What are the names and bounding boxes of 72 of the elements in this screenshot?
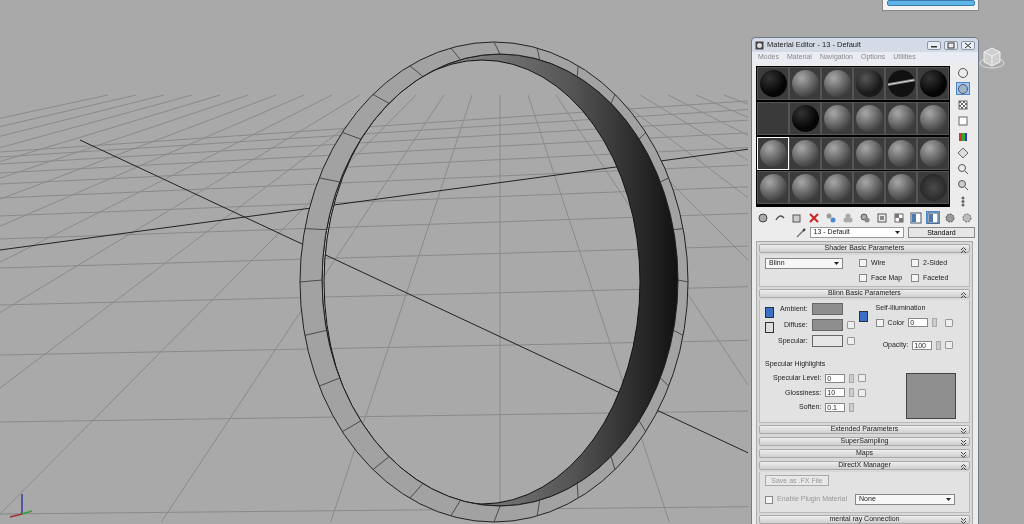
sample-slot[interactable]: [789, 171, 821, 205]
lock-button[interactable]: [765, 322, 774, 333]
cross-icon: [808, 211, 820, 224]
minimize-button[interactable]: [927, 40, 941, 50]
gear-icon: [961, 211, 973, 224]
sample-slot[interactable]: [917, 101, 949, 135]
close-icon: [963, 41, 973, 49]
toolbar-button[interactable]: [909, 211, 923, 224]
highlight-curve-preview: [906, 373, 956, 419]
sample-slot[interactable]: [917, 136, 949, 170]
sample-slot[interactable]: [757, 171, 789, 205]
toolbar-button[interactable]: [926, 211, 940, 224]
toolbar-button[interactable]: [956, 130, 970, 143]
toolbar-button[interactable]: [756, 211, 770, 224]
toolbar-button[interactable]: [892, 211, 906, 224]
toolbar-button[interactable]: [956, 98, 970, 111]
toolbar-button[interactable]: [956, 146, 970, 159]
sample-slot[interactable]: [821, 101, 853, 135]
toolbar-button[interactable]: [956, 66, 970, 79]
dropdown-arrow-icon: [946, 498, 952, 501]
sphere-icon: [957, 82, 969, 95]
maximize-button[interactable]: [944, 40, 958, 50]
color-swatch[interactable]: [811, 335, 843, 347]
sample-slot[interactable]: [885, 67, 917, 100]
checkbox[interactable]: [859, 273, 867, 282]
sample-slot[interactable]: [885, 136, 917, 170]
checkbox[interactable]: [911, 259, 919, 268]
map-button[interactable]: [945, 341, 954, 350]
app-icon: [755, 40, 764, 50]
diamond-icon: [957, 146, 969, 159]
sample-slot[interactable]: [789, 136, 821, 170]
color-swatch[interactable]: [811, 319, 843, 331]
toolbar-button[interactable]: [943, 211, 957, 224]
circle-icon: [957, 66, 969, 79]
sample-slot[interactable]: [853, 101, 885, 135]
sample-slot[interactable]: [821, 136, 853, 170]
toolbar-button[interactable]: [956, 82, 970, 95]
magnifier-icon: [957, 178, 969, 191]
spheres-icon: [825, 211, 837, 224]
sample-slot[interactable]: [853, 171, 885, 205]
checkbox[interactable]: [765, 495, 773, 504]
maximize-icon: [946, 41, 956, 49]
sample-slot[interactable]: [821, 171, 853, 205]
toolbar-button[interactable]: [858, 211, 872, 224]
square-icon: [876, 211, 888, 224]
checker-icon: [893, 211, 905, 224]
close-button[interactable]: [961, 40, 975, 50]
lock-button[interactable]: [858, 311, 868, 322]
color-bars-icon: [957, 130, 969, 143]
checkbox[interactable]: [875, 318, 884, 327]
dropdown-arrow-icon: [834, 262, 839, 265]
layout-icon: [910, 211, 922, 224]
color-swatch[interactable]: [811, 303, 843, 315]
gear-icon: [944, 211, 956, 224]
eyedropper-icon[interactable]: [796, 227, 806, 238]
square-icon: [957, 114, 969, 127]
layout-icon: [927, 211, 939, 224]
checkbox[interactable]: [859, 259, 867, 268]
dropdown-arrow-icon: [894, 231, 900, 234]
map-button[interactable]: [945, 318, 954, 327]
toolbar-button[interactable]: [807, 211, 821, 224]
checker-icon: [957, 98, 969, 111]
spheres-icon: [859, 211, 871, 224]
sphere-icon: [757, 211, 769, 224]
spheres-icon: [842, 211, 854, 224]
checkbox[interactable]: [911, 273, 919, 282]
sample-slot[interactable]: [885, 101, 917, 135]
sample-slot[interactable]: [853, 136, 885, 170]
sample-slot[interactable]: [885, 171, 917, 205]
toolbar-button[interactable]: [956, 162, 970, 175]
magnifier-icon: [957, 162, 969, 175]
toolbar-button[interactable]: [956, 178, 970, 191]
